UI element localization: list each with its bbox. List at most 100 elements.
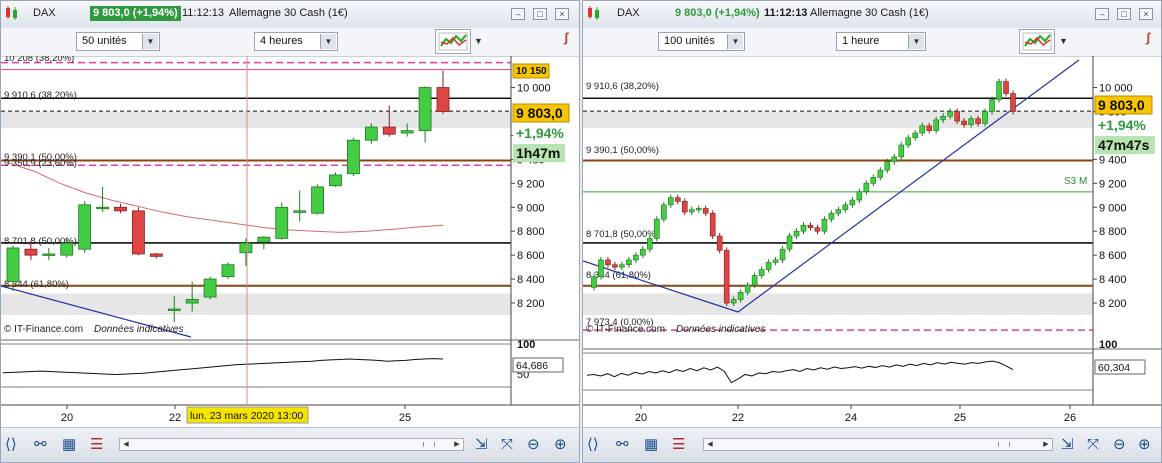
candle-body	[947, 111, 953, 117]
scroll-thumb[interactable]	[423, 442, 435, 447]
drawing-tools-icon[interactable]: ⚯	[34, 436, 47, 454]
y-tick-label: 9 000	[517, 202, 545, 214]
scroll-left-icon[interactable]: ◀	[704, 439, 716, 450]
candle-body	[60, 242, 74, 256]
zoom-fit-icon[interactable]: ⤧	[1087, 436, 1099, 454]
candle-body	[619, 264, 625, 268]
candle-body	[863, 183, 870, 192]
indicators-dropdown-icon[interactable]: ▼	[474, 36, 483, 46]
price-chart-4h[interactable]: 10 208 (38,20%)9 910,6 (38,20%)9 390,1 (…	[1, 56, 579, 430]
horizontal-scrollbar[interactable]: ◀ ▶	[119, 438, 464, 451]
candle-body	[954, 111, 960, 122]
change-badge: +1,94%	[1098, 117, 1146, 133]
scroll-left-icon[interactable]: ◀	[120, 439, 132, 450]
indicators-dropdown-icon[interactable]: ▼	[1059, 36, 1068, 46]
maximize-button[interactable]: □	[1117, 8, 1131, 20]
zoom-range-icon[interactable]: ⇲	[1061, 436, 1074, 454]
candle-body	[347, 139, 360, 175]
chevron-down-icon: ▼	[142, 34, 158, 49]
drawing-tools-icon[interactable]: ⚯	[616, 436, 629, 454]
share-icon[interactable]: ⟨⟩	[587, 436, 599, 454]
chart-window-4h: DAX 9 803,0 (+1,94%) 11:12:13 Allemagne …	[0, 0, 580, 463]
candle-body	[828, 212, 835, 220]
y-tick-label: 8 200	[1099, 298, 1127, 310]
candle-body	[132, 210, 145, 255]
candle-body	[940, 115, 946, 121]
indicators-button[interactable]	[1019, 29, 1055, 54]
oscillator-line	[586, 360, 1014, 384]
candle-body	[933, 119, 939, 131]
close-button[interactable]: ×	[1139, 8, 1153, 20]
candle-body	[758, 269, 765, 276]
candle-body	[640, 248, 646, 256]
candle-body	[681, 200, 688, 213]
y-tick-label: 8 600	[1099, 250, 1127, 262]
symbol-label: DAX	[33, 7, 56, 19]
candle-body	[668, 197, 674, 206]
price-chart-1h[interactable]: 9 910,6 (38,20%)9 390,1 (50,00%)8 701,8 …	[583, 56, 1161, 430]
candle-body	[807, 224, 814, 228]
candle-body	[800, 224, 807, 232]
candle-body	[311, 186, 324, 214]
horizontal-scrollbar[interactable]: ◀ ▶	[703, 438, 1053, 451]
candle-body	[751, 275, 758, 286]
x-tick-label: 20	[635, 412, 647, 424]
x-tick-label: 22	[732, 412, 744, 424]
indicators-button[interactable]	[435, 29, 471, 54]
candle-body	[78, 204, 92, 250]
candle-body	[982, 111, 988, 124]
minimize-button[interactable]: –	[511, 8, 525, 20]
candle-body	[786, 235, 793, 250]
candle-body	[842, 204, 849, 210]
indicators-icon	[438, 32, 468, 51]
units-select[interactable]: 50 unités ▼	[76, 32, 160, 51]
price-zone-upper	[1, 111, 511, 129]
zoom-in-icon[interactable]: ⊕	[554, 436, 567, 454]
x-tick-label: 20	[61, 412, 73, 424]
candle-body	[647, 238, 653, 250]
zoom-fit-icon[interactable]: ⤧	[501, 436, 513, 454]
cursor-date-label: lun. 23 mars 2020 13:00	[190, 410, 303, 422]
y-tick-label: 8 400	[517, 274, 545, 286]
period-select-value: 4 heures	[260, 35, 303, 47]
alert-icon[interactable]: ʃ	[564, 30, 579, 52]
oscillator-value: 64,686	[516, 360, 548, 372]
candle-body	[793, 230, 800, 237]
zoom-in-icon[interactable]: ⊕	[1138, 436, 1151, 454]
units-select[interactable]: 100 unités ▼	[658, 32, 745, 51]
zoom-out-icon[interactable]: ⊖	[1113, 436, 1126, 454]
y-tick-label: 9 200	[517, 178, 545, 190]
maximize-button[interactable]: □	[533, 8, 547, 20]
copyright-text: © IT-Finance.com	[4, 324, 83, 335]
candle-body	[221, 264, 235, 278]
candle-body	[329, 174, 342, 187]
table-icon[interactable]: ▦	[62, 436, 76, 454]
s3-pivot-label: S3 M	[1064, 176, 1087, 187]
zoom-out-icon[interactable]: ⊖	[527, 436, 540, 454]
candle-body	[905, 137, 912, 146]
candle-body	[257, 236, 271, 243]
candle-body	[654, 218, 660, 239]
candlestick-icon	[5, 5, 19, 24]
alert-icon[interactable]: ʃ	[1146, 30, 1161, 52]
minimize-button[interactable]: –	[1095, 8, 1109, 20]
list-icon[interactable]: ☰	[672, 436, 685, 454]
disclaimer-text: Données indicatives	[94, 324, 184, 335]
candle-body	[400, 130, 414, 134]
candle-body	[661, 204, 667, 220]
period-select[interactable]: 1 heure ▼	[836, 32, 926, 51]
y-tick-label: 10 000	[1099, 83, 1133, 95]
candle-body	[996, 81, 1002, 100]
period-select[interactable]: 4 heures ▼	[254, 32, 338, 51]
moving-average-line	[8, 162, 444, 233]
zoom-range-icon[interactable]: ⇲	[475, 436, 488, 454]
quote-text: 9 803,0 (+1,94%)	[675, 7, 760, 19]
share-icon[interactable]: ⟨⟩	[5, 436, 17, 454]
table-icon[interactable]: ▦	[644, 436, 658, 454]
scroll-thumb[interactable]	[998, 442, 1010, 447]
list-icon[interactable]: ☰	[90, 436, 103, 454]
scroll-right-icon[interactable]: ▶	[1040, 439, 1052, 450]
scroll-right-icon[interactable]: ▶	[451, 439, 463, 450]
candle-body	[849, 199, 856, 206]
close-button[interactable]: ×	[555, 8, 569, 20]
